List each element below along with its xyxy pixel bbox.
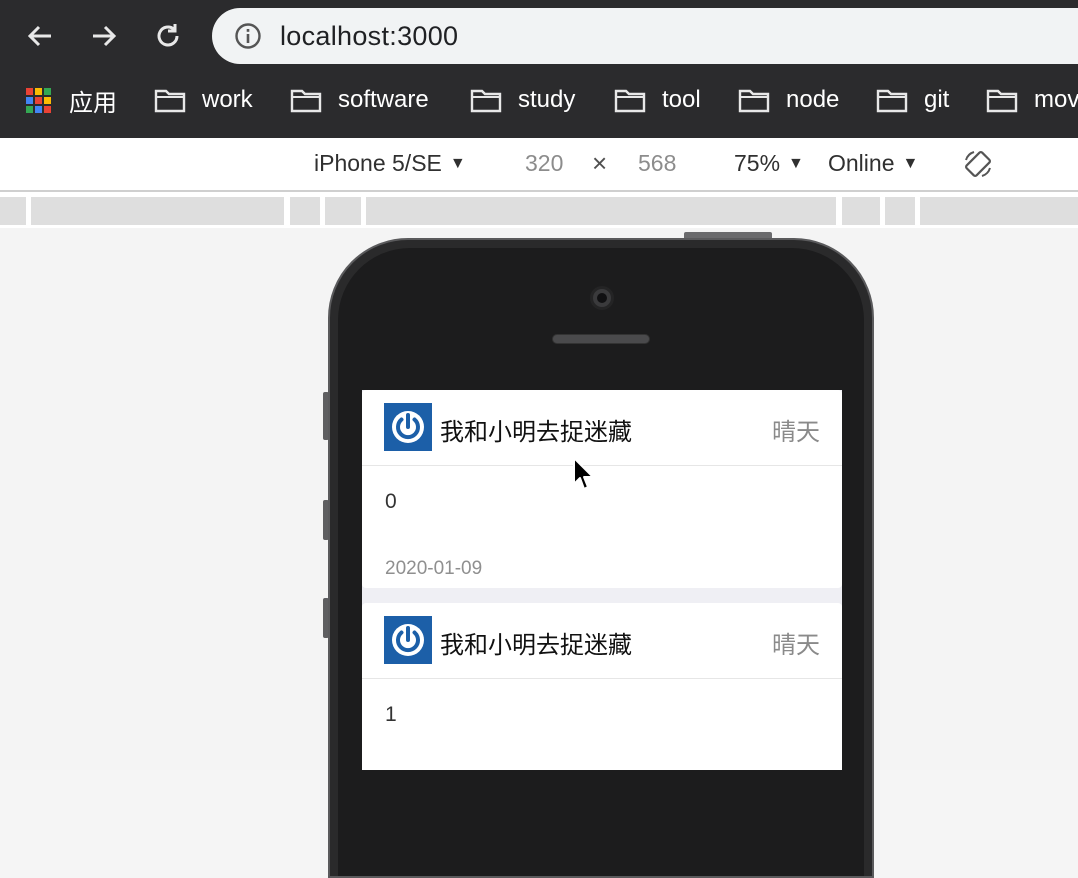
address-bar[interactable]: localhost:3000 [212,8,1078,64]
device-screen: 我和小明去捉迷藏 晴天 0 2020-01-09 我和小明去捉迷藏 晴天 1 [362,390,842,770]
card-extra: 晴天 [772,419,820,446]
ruler-segment[interactable] [885,197,915,225]
bookmark-label: study [518,86,576,113]
folder-icon [154,89,186,113]
device-name: iPhone 5/SE [314,150,442,176]
bookmark-study[interactable]: study [470,78,575,122]
card-header: 我和小明去捉迷藏 晴天 [362,390,842,466]
dropdown-arrow-icon: ▼ [449,154,466,172]
network-select[interactable]: Online ▼ [828,150,918,177]
mouse-cursor-icon [573,457,594,490]
times-symbol: × [592,148,608,178]
ruler-segment[interactable] [842,197,880,225]
bookmark-label: mov [1034,86,1078,113]
bookmark-label: 应用 [69,89,117,117]
card-footer: 2020-01-09 [385,558,483,579]
folder-icon [986,89,1018,113]
device-toolbar: iPhone 5/SE ▼ 320 × 568 75% ▼ Online ▼ [0,138,1078,192]
bookmark-node[interactable]: node [738,78,839,122]
bookmark-label: git [924,86,950,113]
folder-icon [614,89,646,113]
list-card[interactable]: 我和小明去捉迷藏 晴天 1 [362,603,842,770]
times-icon: × [592,148,607,179]
back-button[interactable] [20,16,60,56]
card-body: 0 [385,490,397,513]
ruler-segment[interactable] [920,197,1078,225]
bookmark-label: software [338,86,429,113]
apps-grid-icon [26,87,51,113]
forward-button[interactable] [84,16,124,56]
forward-arrow-icon [93,25,117,47]
ruler-segment[interactable] [0,197,26,225]
bookmark-work[interactable]: work [154,78,253,122]
url-text[interactable]: localhost:3000 [280,21,458,52]
card-body: 1 [385,703,397,726]
zoom-value: 75% [734,150,781,176]
power-icon [392,624,424,656]
card-thumbnail [384,403,432,451]
bookmark-tool[interactable]: tool [614,78,701,122]
rotate-button[interactable] [962,148,994,180]
reload-icon [157,24,179,47]
ruler-segment[interactable] [366,197,836,225]
dropdown-arrow-icon: ▼ [788,154,804,172]
device-select[interactable]: iPhone 5/SE ▼ [314,150,466,177]
ruler-segment[interactable] [290,197,320,225]
media-query-ruler [0,192,1078,228]
zoom-select[interactable]: 75% ▼ [734,150,804,177]
bookmark-software[interactable]: software [290,78,429,122]
card-title: 我和小明去捉迷藏 [440,419,632,446]
dropdown-arrow-icon: ▼ [902,154,919,172]
rotate-icon [965,151,991,177]
bookmark-apps[interactable]: 应用 [26,78,117,122]
width-value: 320 [525,150,564,176]
ruler-segment[interactable] [325,197,361,225]
card-extra: 晴天 [772,632,820,659]
camera-icon [590,286,614,310]
bookmark-git[interactable]: git [876,78,949,122]
reload-button[interactable] [148,16,188,56]
width-input[interactable]: 320 [525,150,563,177]
height-input[interactable]: 568 [638,150,676,177]
bookmark-label: tool [662,86,701,113]
power-icon [392,411,424,443]
folder-icon [876,89,908,113]
card-title: 我和小明去捉迷藏 [440,632,632,659]
network-value: Online [828,150,895,176]
browser-topbar: localhost:3000 应用 work software study to… [0,0,1078,138]
bookmark-mov[interactable]: mov [986,78,1078,122]
folder-icon [738,89,770,113]
list-card[interactable]: 我和小明去捉迷藏 晴天 0 2020-01-09 [362,390,842,588]
back-arrow-icon [27,25,51,47]
ruler-segment[interactable] [31,197,284,225]
card-thumbnail [384,616,432,664]
folder-icon [290,89,322,113]
height-value: 568 [638,150,677,176]
card-header: 我和小明去捉迷藏 晴天 [362,603,842,679]
speaker-grille [552,334,650,344]
folder-icon [470,89,502,113]
bookmark-label: node [786,86,840,113]
info-icon[interactable] [234,22,262,50]
bookmark-label: work [202,86,253,113]
